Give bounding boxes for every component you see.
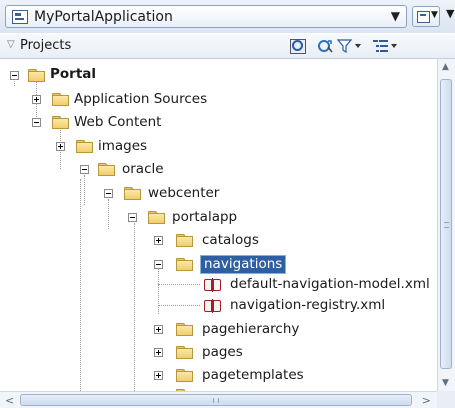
expand-icon[interactable] [154,325,163,334]
collapse-panel-icon[interactable]: ▽ [7,39,15,50]
application-selector-value: MyPortalApplication [34,9,173,25]
collapse-icon[interactable] [32,118,41,127]
chevron-down-icon: ▼ [431,10,438,20]
vertical-scroll-thumb[interactable] [440,79,452,369]
tree-node-navigations[interactable]: navigations [199,255,287,274]
project-tree: Portal Application Sources Web Content i… [0,59,436,391]
xml-book-icon [204,299,222,313]
collapse-icon[interactable] [80,165,89,174]
horizontal-scroll-thumb[interactable] [20,394,412,406]
tree-node-pagehierarchy[interactable]: pagehierarchy [202,321,299,338]
folder-icon [148,211,165,224]
scrollbar-corner [437,391,455,408]
horizontal-scrollbar[interactable]: < > [0,391,437,408]
tree-node-default-navigation-model[interactable]: default-navigation-model.xml [230,276,430,293]
expand-icon[interactable] [154,348,163,357]
folder-icon [176,323,193,336]
collapse-icon[interactable] [104,189,113,198]
tree-node-webcenter[interactable]: webcenter [148,185,219,202]
application-menu-button[interactable]: ▼ [412,6,440,27]
tree-guide [108,199,109,229]
scroll-left-icon[interactable]: < [5,394,14,407]
chevron-down-icon[interactable]: ▼ [391,9,400,23]
tree-node-catalogs[interactable]: catalogs [202,232,259,249]
projects-panel-title: Projects [20,38,72,53]
application-icon [12,10,28,24]
tree-node-web-content[interactable]: Web Content [74,114,161,131]
folder-icon [176,369,193,382]
folder-icon [52,116,69,129]
folder-icon [176,234,193,247]
expand-icon[interactable] [154,371,163,380]
scroll-up-icon[interactable]: ▲ [442,62,449,72]
tree-guide [158,264,159,314]
scroll-down-icon[interactable]: ▼ [442,378,449,388]
find-icon[interactable] [290,38,306,54]
application-toolbar: MyPortalApplication ▼ ▼ ▼ [0,0,455,33]
tree-node-portalapp[interactable]: portalapp [172,209,237,226]
xml-book-icon [204,278,222,292]
tree-node-navigation-registry[interactable]: navigation-registry.xml [230,297,385,314]
folder-icon [52,93,69,106]
expand-icon[interactable] [154,236,163,245]
tree-node-pagetemplates[interactable]: pagetemplates [202,367,304,384]
tree-node-oracle[interactable]: oracle [122,161,164,178]
application-selector[interactable]: MyPortalApplication ▼ [5,5,407,28]
layout-icon[interactable] [372,38,400,54]
folder-icon [28,69,45,82]
tree-node-images[interactable]: images [98,138,147,155]
overflow-icon[interactable]: ▼ [446,7,454,20]
tree-guide [84,175,85,205]
expand-icon[interactable] [56,142,65,151]
folder-icon [176,346,193,359]
folder-icon [76,140,93,153]
scroll-right-icon[interactable]: > [422,394,431,407]
application-menu-icon [417,11,430,23]
expand-icon[interactable] [32,95,41,104]
tree-node-application-sources[interactable]: Application Sources [74,91,207,108]
collapse-icon[interactable] [10,71,19,80]
tree-node-portal[interactable]: Portal [50,66,96,83]
folder-icon [124,187,141,200]
tree-connector [158,284,200,285]
sync-icon[interactable] [316,38,334,54]
tree-connector [158,305,200,306]
tree-guide [80,179,81,391]
projects-panel-header: ▽ Projects [0,34,455,59]
tree-node-pages[interactable]: pages [202,344,243,361]
folder-icon [176,258,193,271]
folder-icon [98,163,115,176]
filter-icon[interactable] [336,38,363,54]
collapse-icon[interactable] [154,260,163,269]
tree-guide [134,223,135,391]
collapse-icon[interactable] [128,213,137,222]
vertical-scrollbar[interactable]: ▲ ▼ [437,59,455,391]
